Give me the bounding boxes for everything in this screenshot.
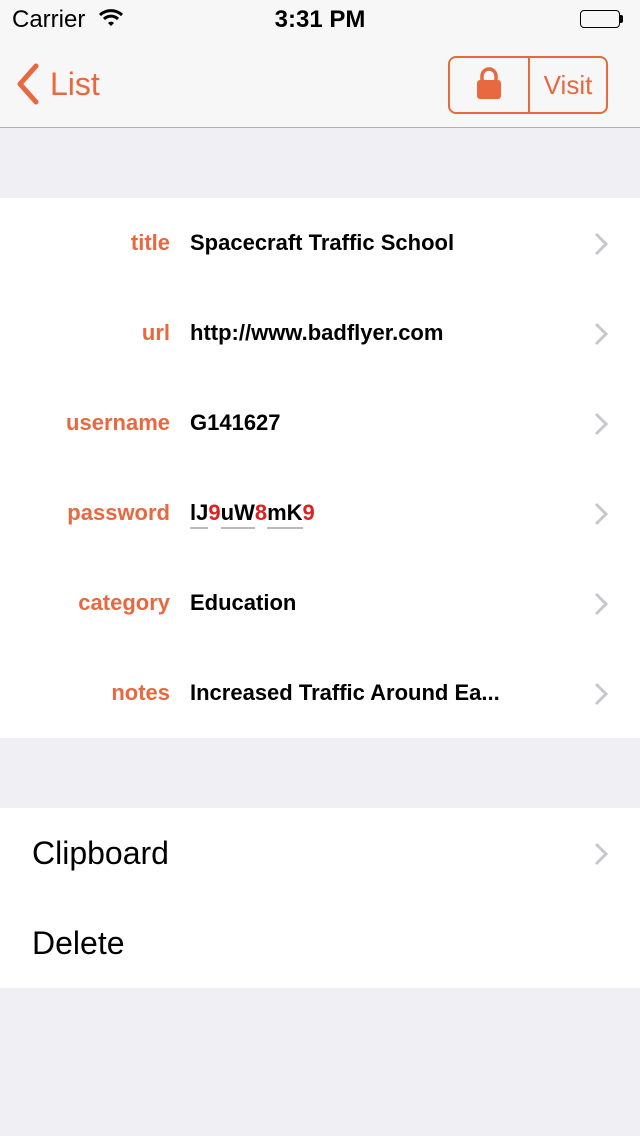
chevron-right-icon bbox=[594, 232, 609, 261]
chevron-right-icon bbox=[594, 682, 609, 711]
password-char: J bbox=[196, 500, 209, 529]
lock-icon bbox=[476, 66, 502, 104]
password-char: m bbox=[267, 500, 287, 529]
delete-label: Delete bbox=[32, 924, 125, 961]
password-char: W bbox=[234, 500, 255, 529]
field-value: Spacecraft Traffic School bbox=[190, 230, 455, 255]
password-char: 9 bbox=[302, 500, 315, 525]
field-label: title bbox=[130, 230, 170, 255]
field-value: Education bbox=[190, 590, 297, 615]
lock-button[interactable] bbox=[450, 58, 530, 112]
field-row-category[interactable]: category Education bbox=[0, 558, 640, 648]
clock: 3:31 PM bbox=[274, 6, 366, 33]
field-label: username bbox=[66, 410, 170, 435]
chevron-right-icon bbox=[594, 412, 609, 441]
visit-button[interactable]: Visit bbox=[530, 58, 606, 112]
field-label: url bbox=[141, 320, 170, 345]
password-char: u bbox=[220, 500, 235, 529]
field-value: Increased Traffic Around Ea... bbox=[190, 680, 500, 705]
field-row-password[interactable]: password lJ9uW8mK9 bbox=[0, 468, 640, 558]
field-label: notes bbox=[111, 680, 170, 705]
back-chevron-icon bbox=[14, 62, 40, 106]
back-button-label: List bbox=[50, 65, 100, 102]
status-bar: Carrier 3:31 PM bbox=[0, 0, 640, 40]
password-char: 9 bbox=[208, 500, 221, 525]
field-label: category bbox=[78, 590, 170, 615]
delete-row[interactable]: Delete bbox=[0, 898, 640, 988]
field-value: http://www.badflyer.com bbox=[190, 320, 444, 345]
navigation-bar: List Visit bbox=[0, 40, 640, 128]
field-row-title[interactable]: title Spacecraft Traffic School bbox=[0, 198, 640, 288]
clipboard-label: Clipboard bbox=[32, 834, 169, 871]
battery-icon bbox=[580, 10, 624, 30]
password-char: 8 bbox=[254, 500, 268, 525]
back-button[interactable]: List bbox=[14, 62, 100, 106]
field-value: G141627 bbox=[190, 410, 281, 435]
segmented-control: Visit bbox=[448, 56, 608, 114]
field-label: password bbox=[67, 500, 170, 525]
field-row-username[interactable]: username G141627 bbox=[0, 378, 640, 468]
chevron-right-icon bbox=[594, 842, 609, 871]
password-char: K bbox=[286, 500, 303, 529]
fields-list: title Spacecraft Traffic School url http… bbox=[0, 198, 640, 738]
password-value: lJ9uW8mK9 bbox=[190, 500, 315, 529]
chevron-right-icon bbox=[594, 322, 609, 351]
chevron-right-icon bbox=[594, 502, 609, 531]
field-row-notes[interactable]: notes Increased Traffic Around Ea... bbox=[0, 648, 640, 738]
field-row-url[interactable]: url http://www.badflyer.com bbox=[0, 288, 640, 378]
chevron-right-icon bbox=[594, 592, 609, 621]
actions-list: Clipboard Delete bbox=[0, 808, 640, 988]
clipboard-row[interactable]: Clipboard bbox=[0, 808, 640, 898]
